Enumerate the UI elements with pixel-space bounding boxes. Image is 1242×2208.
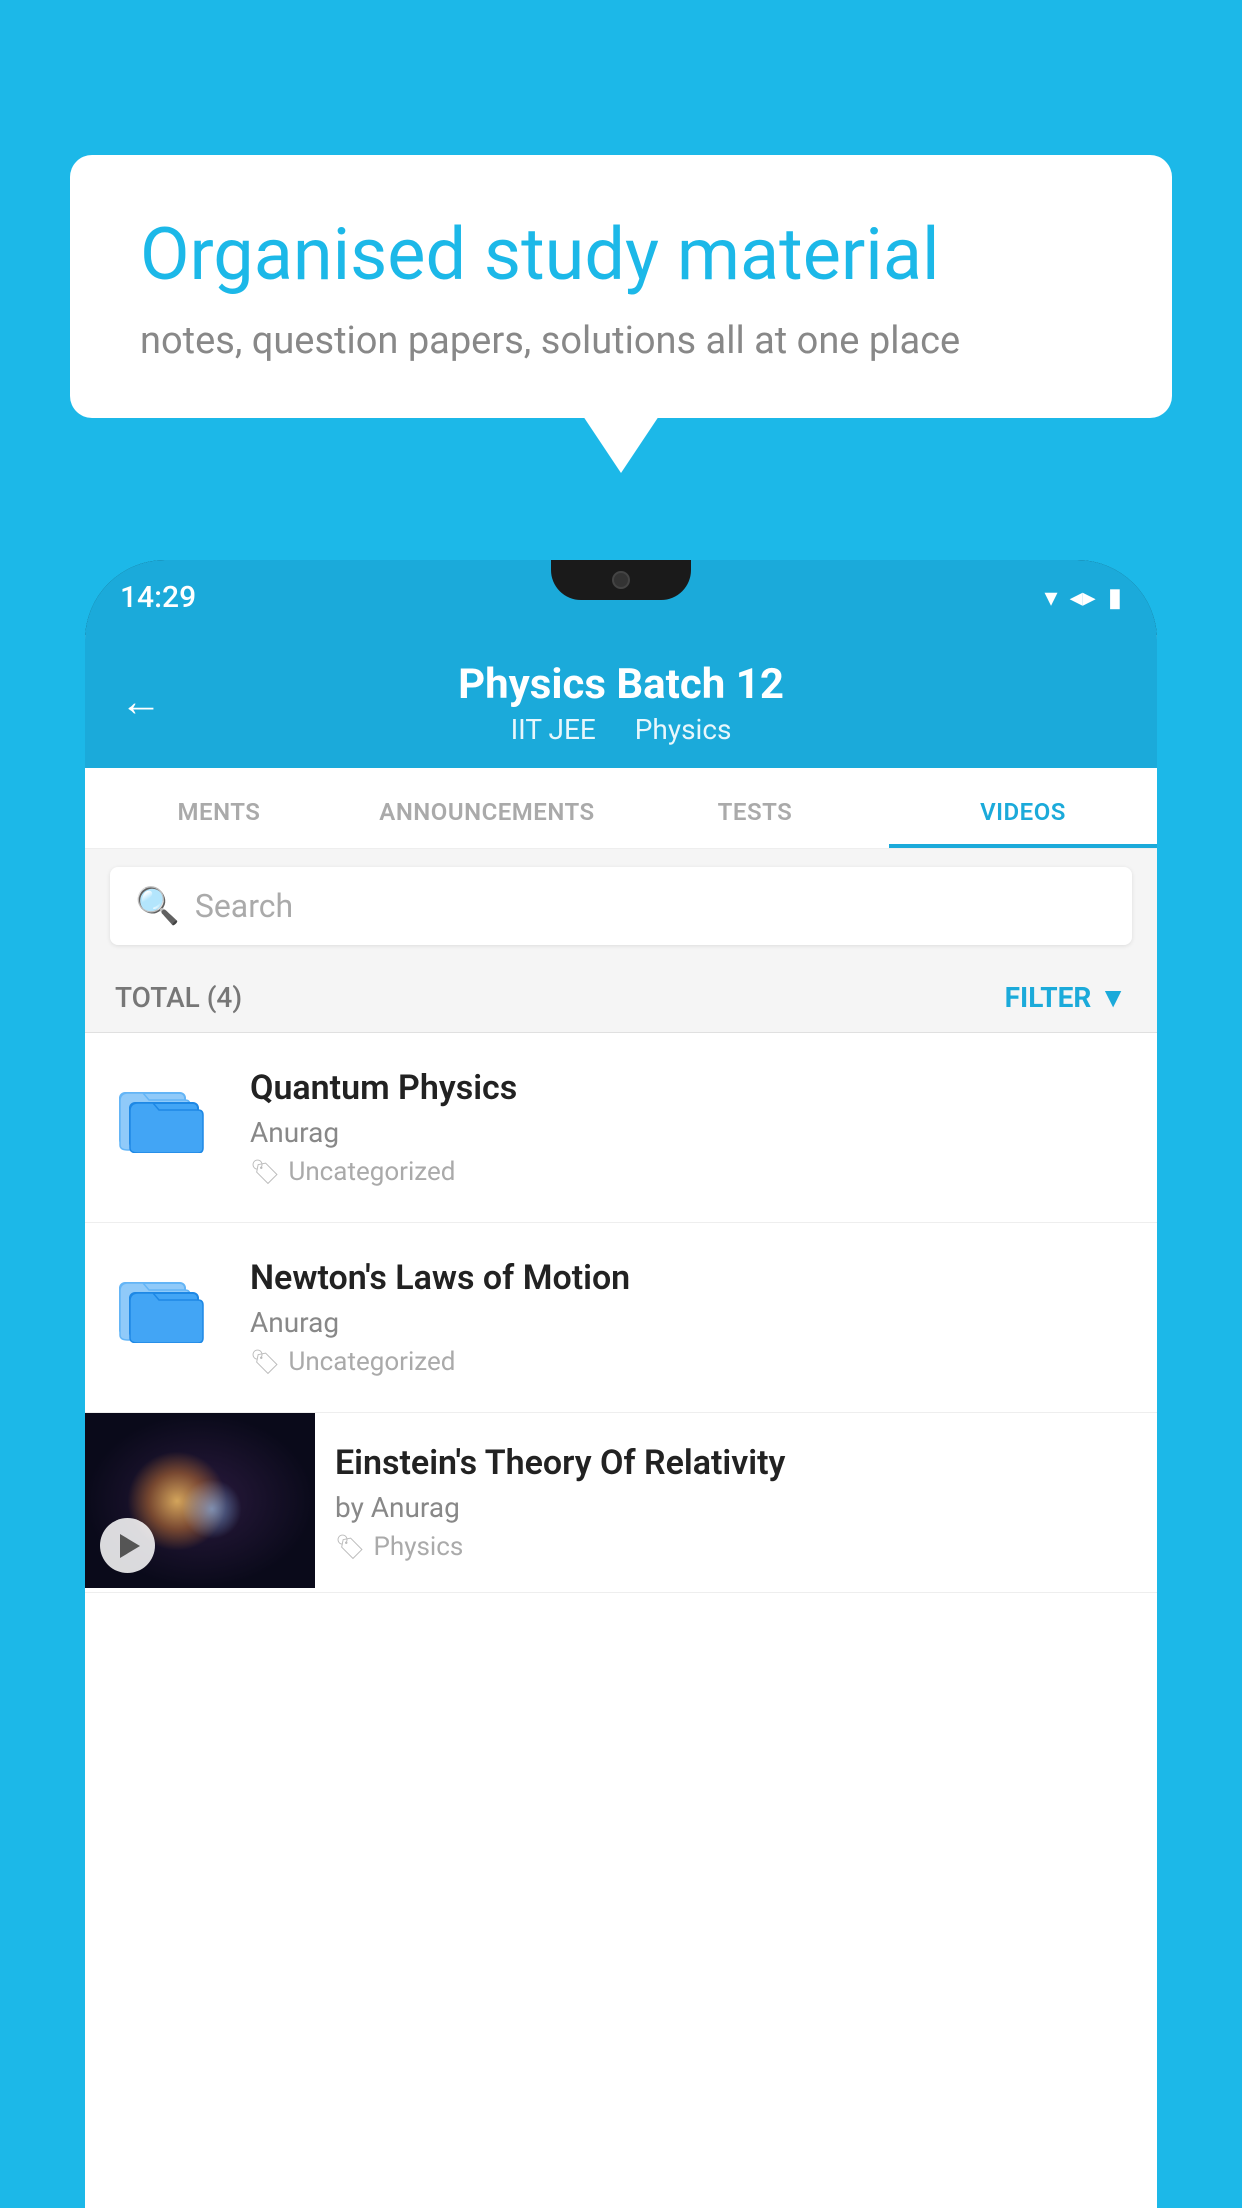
filter-button[interactable]: FILTER ▼ [1005, 981, 1127, 1014]
status-icons: ▾ ◂▸ ▮ [1045, 583, 1122, 613]
item-tag: 🏷 Uncategorized [250, 1157, 1127, 1187]
item-author: by Anurag [335, 1491, 1137, 1524]
item-info: Einstein's Theory Of Relativity by Anura… [315, 1413, 1157, 1592]
app-header: ← Physics Batch 12 IIT JEE Physics [85, 635, 1157, 768]
folder-icon [115, 1073, 225, 1157]
item-tag: 🏷 Uncategorized [250, 1347, 1127, 1377]
item-author: Anurag [250, 1116, 1127, 1149]
folder-icon [115, 1263, 225, 1347]
notch [551, 560, 691, 600]
speech-bubble: Organised study material notes, question… [70, 155, 1172, 418]
video-list: Quantum Physics Anurag 🏷 Uncategorized [85, 1033, 1157, 1593]
list-item[interactable]: Quantum Physics Anurag 🏷 Uncategorized [85, 1033, 1157, 1223]
status-time: 14:29 [120, 580, 196, 615]
search-bar[interactable]: 🔍 Search [110, 867, 1132, 945]
list-item[interactable]: Newton's Laws of Motion Anurag 🏷 Uncateg… [85, 1223, 1157, 1413]
battery-icon: ▮ [1108, 583, 1122, 613]
phone-frame: 14:29 ▾ ◂▸ ▮ ← Physics Batch 12 IIT JEE … [85, 560, 1157, 2208]
filter-icon: ▼ [1099, 981, 1127, 1014]
header-title: Physics Batch 12 [458, 660, 784, 709]
header-subtitle: IIT JEE Physics [503, 713, 740, 746]
play-triangle-icon [120, 1534, 140, 1558]
item-title: Newton's Laws of Motion [250, 1258, 1127, 1298]
subtitle-physics: Physics [635, 713, 732, 746]
search-container: 🔍 Search [85, 849, 1157, 963]
screen: ← Physics Batch 12 IIT JEE Physics MENTS… [85, 635, 1157, 2208]
tag-icon: 🏷 [250, 1348, 280, 1376]
back-button[interactable]: ← [120, 677, 162, 726]
total-count-label: TOTAL (4) [115, 981, 242, 1014]
wifi-icon: ▾ [1045, 583, 1058, 613]
tag-icon: 🏷 [250, 1158, 280, 1186]
status-bar: 14:29 ▾ ◂▸ ▮ [85, 560, 1157, 635]
item-info: Quantum Physics Anurag 🏷 Uncategorized [250, 1068, 1127, 1187]
search-placeholder: Search [195, 887, 293, 925]
camera-notch [612, 571, 630, 589]
signal-icon: ◂▸ [1070, 583, 1096, 613]
tabs-bar: MENTS ANNOUNCEMENTS TESTS VIDEOS [85, 768, 1157, 849]
list-item[interactable]: Einstein's Theory Of Relativity by Anura… [85, 1413, 1157, 1593]
item-info: Newton's Laws of Motion Anurag 🏷 Uncateg… [250, 1258, 1127, 1377]
search-icon: 🔍 [135, 885, 180, 927]
tab-announcements[interactable]: ANNOUNCEMENTS [353, 768, 621, 848]
filter-bar: TOTAL (4) FILTER ▼ [85, 963, 1157, 1033]
item-author: Anurag [250, 1306, 1127, 1339]
item-tag: 🏷 Physics [335, 1532, 1137, 1562]
tab-tests[interactable]: TESTS [621, 768, 889, 848]
play-button[interactable] [100, 1518, 155, 1573]
tab-videos[interactable]: VIDEOS [889, 768, 1157, 848]
tab-ments[interactable]: MENTS [85, 768, 353, 848]
item-title: Einstein's Theory Of Relativity [335, 1443, 1137, 1483]
glow-effect-2 [182, 1479, 242, 1539]
item-title: Quantum Physics [250, 1068, 1127, 1108]
subtitle-iitjee: IIT JEE [511, 713, 596, 746]
bubble-subtitle: notes, question papers, solutions all at… [140, 319, 1102, 363]
bubble-title: Organised study material [140, 215, 1102, 294]
tag-icon: 🏷 [335, 1533, 365, 1561]
video-thumbnail [85, 1413, 315, 1588]
